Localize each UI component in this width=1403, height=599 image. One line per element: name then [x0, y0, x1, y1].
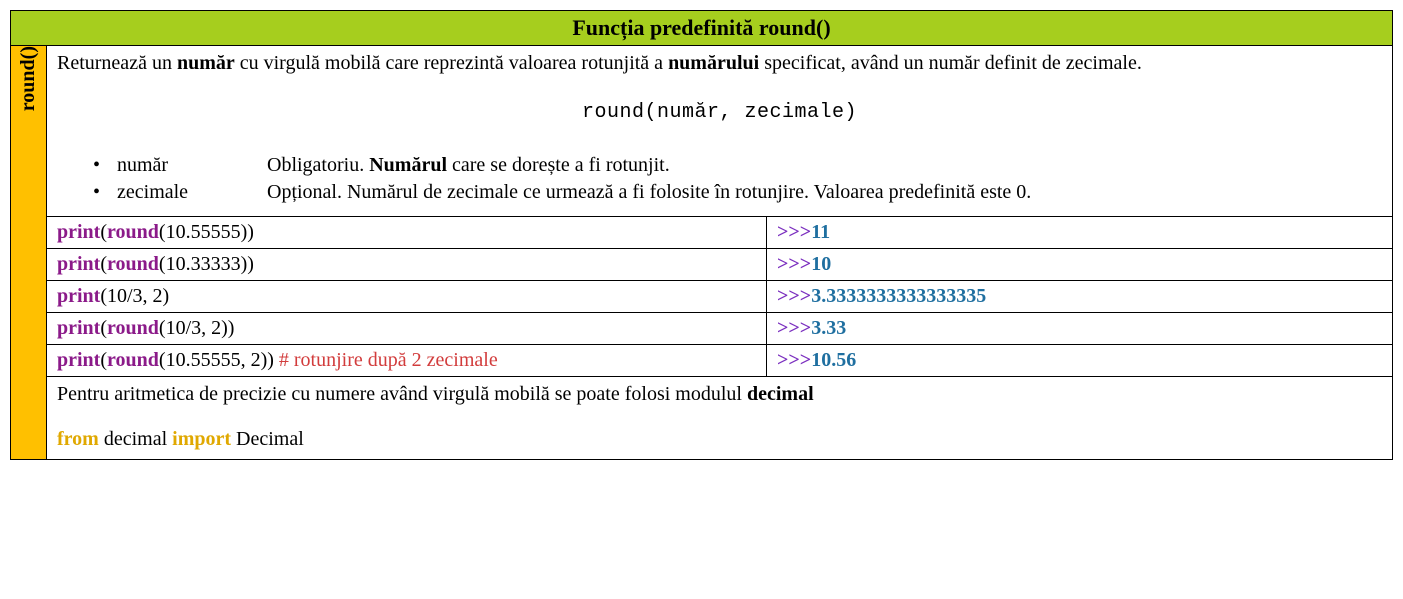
example-output: >>>11 [767, 217, 1393, 249]
param-term: zecimale [117, 179, 267, 206]
intro-cell: Returnează un număr cu virgulă mobilă ca… [47, 46, 1393, 217]
header-title: Funcția predefinită round() [572, 15, 830, 40]
round-doc-table: Funcția predefinită round() round() Retu… [10, 10, 1393, 460]
example-code: print(round(10/3, 2)) [47, 313, 767, 345]
example-row: print(round(10.55555, 2)) # rotunjire du… [11, 345, 1393, 377]
param-row: • număr Obligatoriu. Numărul care se dor… [93, 152, 1382, 179]
intro-mid: cu virgulă mobilă care reprezintă valoar… [235, 52, 668, 74]
example-code: print(10/3, 2) [47, 281, 767, 313]
param-desc: Obligatoriu. Numărul care se dorește a f… [267, 152, 1382, 179]
intro-post: specificat, având un număr definit de ze… [759, 52, 1142, 74]
bullet-icon: • [93, 179, 117, 206]
example-output: >>>10 [767, 249, 1393, 281]
example-output: >>>3.33 [767, 313, 1393, 345]
example-code: print(round(10.33333)) [47, 249, 767, 281]
intro-text: Returnează un număr cu virgulă mobilă ca… [57, 50, 1382, 77]
bullet-icon: • [93, 152, 117, 179]
intro-pre: Returnează un [57, 52, 177, 74]
side-label-cell: round() [11, 46, 47, 460]
example-row: print(round(10/3, 2)) >>>3.33 [11, 313, 1393, 345]
param-row: • zecimale Opțional. Numărul de zecimale… [93, 179, 1382, 206]
example-output: >>>3.3333333333333335 [767, 281, 1393, 313]
table-header: Funcția predefinită round() [11, 11, 1393, 46]
example-row: print(round(10.33333)) >>>10 [11, 249, 1393, 281]
footer-note: Pentru aritmetica de precizie cu numere … [57, 381, 1382, 408]
intro-b2: numărului [668, 52, 759, 74]
param-term: număr [117, 152, 267, 179]
example-output: >>>10.56 [767, 345, 1393, 377]
side-label: round() [17, 46, 40, 111]
footer-cell: Pentru aritmetica de precizie cu numere … [47, 377, 1393, 460]
footer-import: from decimal import Decimal [57, 426, 1382, 453]
example-row: print(10/3, 2) >>>3.3333333333333335 [11, 281, 1393, 313]
intro-b1: număr [177, 52, 235, 74]
param-list: • număr Obligatoriu. Numărul care se dor… [93, 152, 1382, 206]
example-code: print(round(10.55555)) [47, 217, 767, 249]
example-row: print(round(10.55555)) >>>11 [11, 217, 1393, 249]
example-code: print(round(10.55555, 2)) # rotunjire du… [47, 345, 767, 377]
syntax-line: round(număr, zecimale) [57, 99, 1382, 126]
param-desc: Opțional. Numărul de zecimale ce urmează… [267, 179, 1382, 206]
